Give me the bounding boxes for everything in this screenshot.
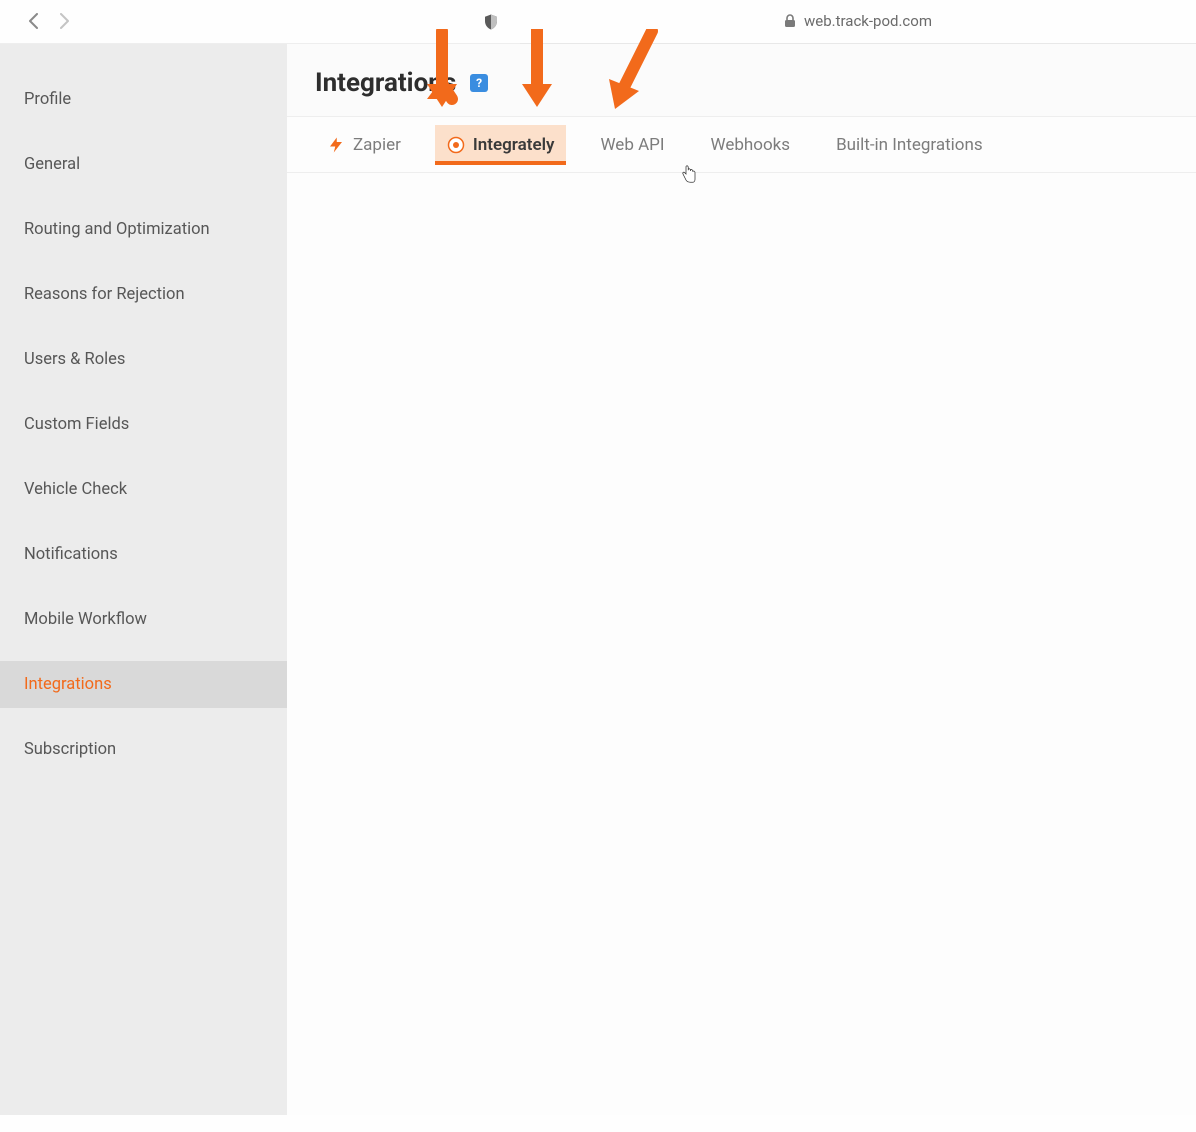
tab-zapier[interactable]: Zapier bbox=[315, 125, 413, 165]
tab-webhooks[interactable]: Webhooks bbox=[699, 125, 803, 165]
sidebar-item-label: Users & Roles bbox=[24, 350, 125, 369]
back-button[interactable] bbox=[28, 10, 40, 34]
address-bar[interactable]: web.track-pod.com bbox=[520, 0, 1196, 44]
lock-icon bbox=[784, 14, 796, 28]
tab-web-api[interactable]: Web API bbox=[588, 125, 676, 165]
nav-arrows bbox=[28, 10, 70, 34]
sidebar-item-label: Vehicle Check bbox=[24, 480, 127, 499]
sidebar-item-label: General bbox=[24, 155, 80, 174]
sidebar-item-users[interactable]: Users & Roles bbox=[0, 336, 287, 383]
sidebar-item-mobile-workflow[interactable]: Mobile Workflow bbox=[0, 596, 287, 643]
sidebar-item-label: Notifications bbox=[24, 545, 118, 564]
tab-label: Webhooks bbox=[711, 135, 791, 155]
tracking-shield-icon[interactable] bbox=[482, 13, 500, 31]
tab-label: Integrately bbox=[473, 135, 555, 155]
sidebar-item-label: Subscription bbox=[24, 740, 116, 759]
main-panel: Integrations ? bbox=[287, 44, 1196, 1115]
tab-integrately[interactable]: Integrately bbox=[435, 125, 567, 165]
sidebar-item-label: Custom Fields bbox=[24, 415, 129, 434]
sidebar-item-notifications[interactable]: Notifications bbox=[0, 531, 287, 578]
tab-label: Web API bbox=[600, 135, 664, 155]
sidebar-item-label: Profile bbox=[24, 90, 71, 109]
sidebar-item-vehicle-check[interactable]: Vehicle Check bbox=[0, 466, 287, 513]
sidebar-item-label: Routing and Optimization bbox=[24, 220, 210, 239]
sidebar-item-custom-fields[interactable]: Custom Fields bbox=[0, 401, 287, 448]
browser-bar: web.track-pod.com bbox=[0, 0, 1196, 44]
page-title: Integrations bbox=[315, 68, 456, 98]
sidebar-item-label: Reasons for Rejection bbox=[24, 285, 185, 304]
sidebar-item-routing[interactable]: Routing and Optimization bbox=[0, 206, 287, 253]
tab-builtin-integrations[interactable]: Built-in Integrations bbox=[824, 125, 995, 165]
url-text: web.track-pod.com bbox=[804, 12, 932, 30]
sidebar-item-general[interactable]: General bbox=[0, 141, 287, 188]
help-icon[interactable]: ? bbox=[470, 74, 488, 92]
sidebar-item-profile[interactable]: Profile bbox=[0, 76, 287, 123]
settings-sidebar: Profile General Routing and Optimization… bbox=[0, 44, 287, 1115]
bolt-icon bbox=[327, 136, 345, 154]
sidebar-item-integrations[interactable]: Integrations bbox=[0, 661, 287, 708]
tab-label: Zapier bbox=[353, 135, 401, 155]
sidebar-item-label: Mobile Workflow bbox=[24, 610, 147, 629]
sidebar-item-rejection[interactable]: Reasons for Rejection bbox=[0, 271, 287, 318]
page-header: Integrations ? bbox=[287, 44, 1196, 117]
cursor-pointer-icon bbox=[681, 165, 697, 183]
sidebar-item-label: Integrations bbox=[24, 675, 112, 694]
forward-button[interactable] bbox=[58, 10, 70, 34]
integration-tabs: Zapier Integrately Web API Webhoo bbox=[287, 117, 1196, 173]
sidebar-item-subscription[interactable]: Subscription bbox=[0, 726, 287, 773]
integrately-icon bbox=[447, 136, 465, 154]
tab-label: Built-in Integrations bbox=[836, 135, 983, 155]
